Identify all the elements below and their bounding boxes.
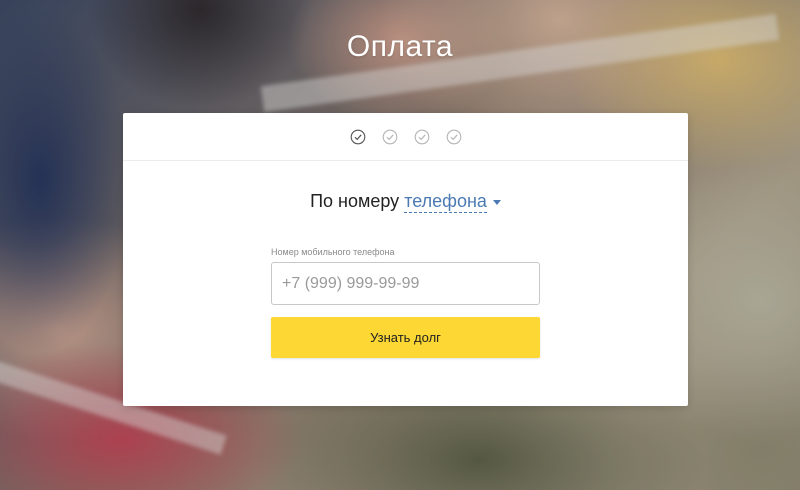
payment-mode-dropdown[interactable]: телефона xyxy=(404,191,487,213)
phone-field-label: Номер мобильного телефона xyxy=(271,247,395,257)
step-4-check-icon xyxy=(446,129,461,144)
heading-prefix: По номеру xyxy=(310,191,400,211)
step-1-check-icon xyxy=(350,129,365,144)
step-3-check-icon xyxy=(414,129,429,144)
step-2-check-icon xyxy=(382,129,397,144)
check-debt-button[interactable]: Узнать долг xyxy=(271,317,540,358)
chevron-down-icon[interactable] xyxy=(492,199,501,205)
payment-mode-label: телефона xyxy=(404,191,487,211)
payment-card: По номеру телефона Номер мобильного теле… xyxy=(123,113,688,406)
page-title: Оплата xyxy=(346,30,454,63)
form-heading: По номеру телефона xyxy=(123,191,688,213)
phone-input[interactable] xyxy=(271,262,540,305)
step-indicator xyxy=(123,113,688,161)
